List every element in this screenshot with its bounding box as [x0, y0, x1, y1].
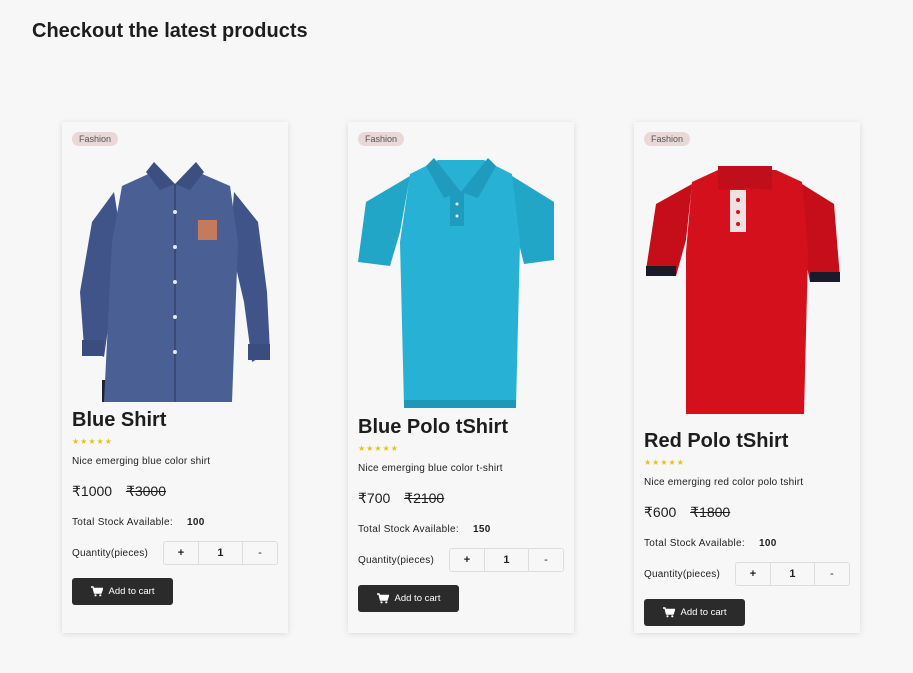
quantity-value[interactable]: 1 — [771, 563, 814, 585]
decrement-button[interactable]: - — [814, 563, 849, 585]
product-description: Nice emerging red color polo tshirt — [644, 477, 804, 488]
product-image[interactable] — [62, 152, 288, 402]
cart-icon — [662, 607, 675, 618]
increment-button[interactable]: + — [450, 549, 485, 571]
quantity-stepper: + 1 - — [449, 548, 564, 572]
product-info: Red Polo tShirt ★★★★★ Nice emerging red … — [644, 430, 850, 626]
product-card: Fashion Blue Polo tShirt ★★★★★ Nice emer… — [348, 122, 574, 633]
product-description: Nice emerging blue color shirt — [72, 456, 211, 467]
original-price: ₹2100 — [404, 490, 445, 506]
price-row: ₹700 ₹2100 — [358, 490, 564, 507]
stock-row: Total Stock Available: 100 — [644, 538, 850, 549]
add-to-cart-label: Add to cart — [108, 586, 155, 597]
add-to-cart-label: Add to cart — [394, 593, 441, 604]
quantity-label: Quantity(pieces) — [358, 554, 435, 566]
stock-row: Total Stock Available: 100 — [72, 517, 278, 528]
rating-stars: ★★★★★ — [72, 437, 113, 446]
quantity-stepper: + 1 - — [735, 562, 850, 586]
add-to-cart-button[interactable]: Add to cart — [358, 585, 459, 612]
product-card: Fashion Red Polo tShirt ★★★★★ Nice emerg… — [634, 122, 860, 633]
stock-count: 150 — [473, 524, 491, 535]
decrement-button[interactable]: - — [242, 542, 277, 564]
page-title: Checkout the latest products — [32, 20, 308, 42]
stock-count: 100 — [187, 517, 205, 528]
quantity-value[interactable]: 1 — [485, 549, 528, 571]
current-price: ₹700 — [358, 490, 391, 506]
quantity-row: Quantity(pieces) + 1 - — [644, 562, 850, 586]
product-info: Blue Polo tShirt ★★★★★ Nice emerging blu… — [358, 416, 564, 612]
decrement-button[interactable]: - — [528, 549, 563, 571]
category-badge: Fashion — [72, 132, 119, 146]
cart-icon — [90, 586, 103, 597]
current-price: ₹600 — [644, 504, 677, 520]
original-price: ₹1800 — [690, 504, 731, 520]
product-info: Blue Shirt ★★★★★ Nice emerging blue colo… — [72, 409, 278, 605]
price-row: ₹600 ₹1800 — [644, 504, 850, 521]
product-name[interactable]: Blue Polo tShirt — [358, 416, 564, 439]
product-description: Nice emerging blue color t-shirt — [358, 463, 503, 474]
current-price: ₹1000 — [72, 483, 113, 499]
add-to-cart-button[interactable]: Add to cart — [72, 578, 173, 605]
stock-label: Total Stock Available: — [644, 538, 745, 549]
add-to-cart-button[interactable]: Add to cart — [644, 599, 745, 626]
rating-stars: ★★★★★ — [358, 444, 399, 453]
quantity-value[interactable]: 1 — [199, 542, 242, 564]
price-row: ₹1000 ₹3000 — [72, 483, 278, 500]
stock-label: Total Stock Available: — [358, 524, 459, 535]
cart-icon — [376, 593, 389, 604]
stock-label: Total Stock Available: — [72, 517, 173, 528]
product-image[interactable] — [634, 162, 860, 418]
quantity-row: Quantity(pieces) + 1 - — [358, 548, 564, 572]
quantity-label: Quantity(pieces) — [72, 547, 149, 559]
increment-button[interactable]: + — [164, 542, 199, 564]
category-badge: Fashion — [644, 132, 691, 146]
original-price: ₹3000 — [125, 483, 167, 499]
quantity-stepper: + 1 - — [163, 541, 278, 565]
stock-count: 100 — [759, 538, 777, 549]
product-card: Fashion Blue Shirt ★★★★★ Nice emerging b… — [62, 122, 288, 633]
product-image[interactable] — [348, 152, 574, 412]
quantity-label: Quantity(pieces) — [644, 568, 721, 580]
product-name[interactable]: Red Polo tShirt — [644, 430, 850, 453]
stock-row: Total Stock Available: 150 — [358, 524, 564, 535]
rating-stars: ★★★★★ — [644, 458, 685, 467]
add-to-cart-label: Add to cart — [680, 607, 727, 618]
quantity-row: Quantity(pieces) + 1 - — [72, 541, 278, 565]
category-badge: Fashion — [358, 132, 405, 146]
increment-button[interactable]: + — [736, 563, 771, 585]
product-name[interactable]: Blue Shirt — [72, 409, 278, 432]
